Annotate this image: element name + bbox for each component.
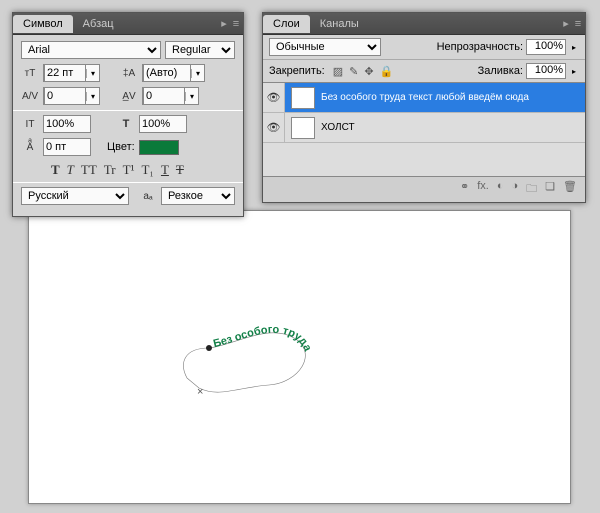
layer-thumbnail (291, 117, 315, 139)
lock-transparent-icon[interactable]: ▨ (333, 65, 343, 78)
tab-channels[interactable]: Каналы (310, 15, 369, 33)
layer-thumbnail: T (291, 87, 315, 109)
tracking-field[interactable]: ▾ (142, 87, 199, 105)
style-italic[interactable]: T (67, 162, 74, 178)
vscale-icon: IT (21, 116, 39, 132)
baseline-field[interactable] (43, 138, 91, 156)
kerning-icon: A/V (21, 88, 39, 104)
new-group-icon[interactable]: 🗀 (526, 180, 537, 199)
style-superscript[interactable]: T¹ (123, 162, 135, 178)
style-bold[interactable]: T (51, 162, 60, 178)
font-size-icon: тT (21, 65, 39, 81)
layers-panel-tabs: Слои Каналы ▸ ≡ (263, 13, 585, 35)
hscale-icon: T (117, 116, 135, 132)
tab-layers[interactable]: Слои (263, 15, 310, 33)
kerning-field[interactable]: ▾ (43, 87, 100, 105)
layer-fx-icon[interactable]: fx. (477, 180, 489, 199)
tracking-icon: A̲V (120, 88, 138, 104)
svg-text:×: × (197, 386, 203, 398)
opacity-label: Непрозрачность: (437, 41, 523, 53)
style-subscript[interactable]: T₁ (141, 162, 153, 178)
style-strike[interactable]: Ŧ (176, 162, 184, 178)
text-on-path-artwork: Без особого труда × (179, 323, 319, 403)
style-allcaps[interactable]: TT (81, 162, 97, 178)
antialias-select[interactable]: Резкое (161, 187, 235, 205)
panel-collapse-icon[interactable]: ▸ (561, 17, 571, 30)
lock-pixels-icon[interactable]: ✎ (349, 65, 358, 78)
panel-menu-icon[interactable]: ≡ (231, 18, 241, 30)
language-select[interactable]: Русский (21, 187, 129, 205)
link-layers-icon[interactable]: ⚭ (460, 180, 469, 199)
blend-mode-select[interactable]: Обычные (269, 38, 381, 56)
hscale-field[interactable] (139, 115, 187, 133)
lock-all-icon[interactable]: 🔒 (380, 65, 394, 78)
adjustment-layer-icon[interactable]: ◑ (512, 180, 519, 199)
lock-label: Закрепить: (269, 65, 325, 77)
layers-bottom-bar: ⚭ fx. ◐ ◑ 🗀 ❏ 🗑 (263, 177, 585, 202)
delete-layer-icon[interactable]: 🗑 (563, 180, 577, 199)
visibility-toggle[interactable]: 👁 (263, 113, 285, 142)
tab-character[interactable]: Символ (13, 15, 73, 33)
document-canvas[interactable]: Без особого труда × (28, 210, 571, 504)
layer-name[interactable]: Без особого труда текст любой введём сюд… (321, 92, 529, 103)
layer-mask-icon[interactable]: ◐ (497, 180, 504, 199)
new-layer-icon[interactable]: ❏ (545, 180, 555, 199)
path-text: Без особого труда (212, 324, 314, 354)
font-family-select[interactable]: Arial (21, 41, 161, 59)
type-style-buttons: T T TT Tr T¹ T₁ T Ŧ (51, 162, 235, 178)
fill-flyout-icon[interactable]: ▸ (569, 67, 579, 76)
opacity-field[interactable]: 100% (526, 39, 566, 55)
character-panel: Символ Абзац ▸ ≡ Arial Regular тT ▾ ‡A ▾… (12, 12, 244, 217)
text-color-swatch[interactable] (139, 140, 179, 155)
layer-row[interactable]: 👁 ХОЛСТ (263, 113, 585, 143)
fill-label: Заливка: (478, 65, 523, 77)
fill-field[interactable]: 100% (526, 63, 566, 79)
character-panel-tabs: Символ Абзац ▸ ≡ (13, 13, 243, 35)
style-underline[interactable]: T (161, 162, 169, 178)
visibility-toggle[interactable]: 👁 (263, 83, 285, 112)
tab-paragraph[interactable]: Абзац (73, 15, 124, 33)
layer-row[interactable]: 👁 T Без особого труда текст любой введём… (263, 83, 585, 113)
color-label: Цвет: (107, 141, 135, 153)
layers-panel: Слои Каналы ▸ ≡ Обычные Непрозрачность: … (262, 12, 586, 203)
panel-menu-icon[interactable]: ≡ (573, 18, 583, 30)
opacity-flyout-icon[interactable]: ▸ (569, 43, 579, 52)
font-style-select[interactable]: Regular (165, 41, 235, 59)
antialias-icon: aₐ (139, 188, 157, 204)
baseline-icon: Aͣ (21, 139, 39, 155)
layer-list: 👁 T Без особого труда текст любой введём… (263, 83, 585, 177)
vscale-field[interactable] (43, 115, 91, 133)
lock-position-icon[interactable]: ✥ (364, 65, 373, 78)
panel-collapse-icon[interactable]: ▸ (219, 17, 229, 30)
leading-icon: ‡A (120, 65, 138, 81)
layer-name[interactable]: ХОЛСТ (321, 122, 355, 133)
style-smallcaps[interactable]: Tr (104, 162, 116, 178)
leading-field[interactable]: ▾ (142, 64, 205, 82)
font-size-field[interactable]: ▾ (43, 64, 100, 82)
